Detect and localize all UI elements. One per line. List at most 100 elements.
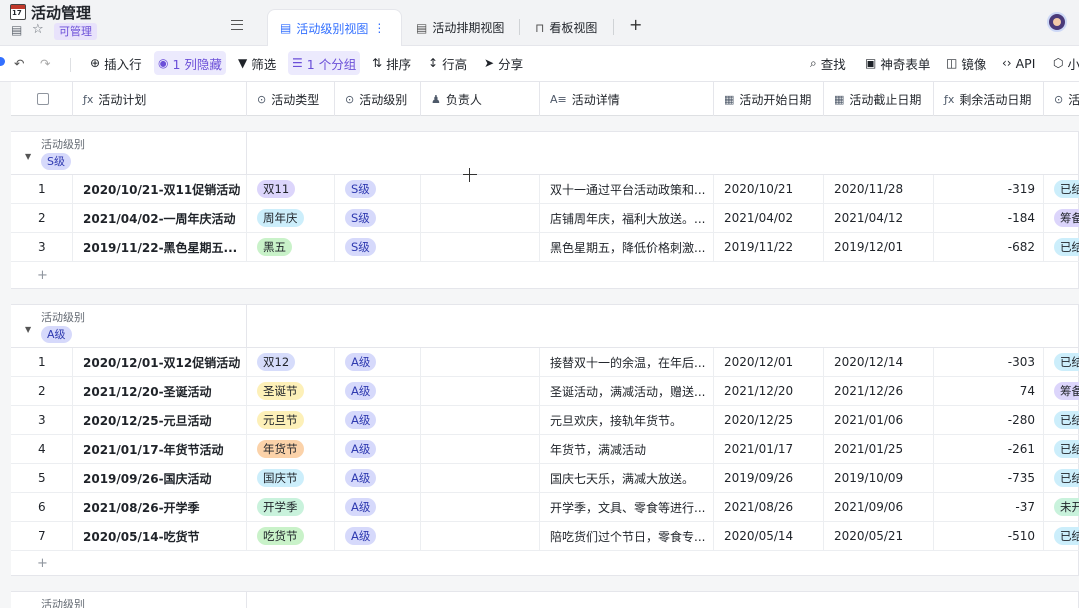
owner-cell[interactable] <box>421 377 540 405</box>
end-date-cell[interactable]: 2021/04/12 <box>824 204 934 232</box>
row-number[interactable]: 5 <box>11 464 73 492</box>
start-date-cell[interactable]: 2019/09/26 <box>714 464 824 492</box>
remaining-days-cell[interactable]: -303 <box>934 348 1044 376</box>
owner-cell[interactable] <box>421 406 540 434</box>
level-cell[interactable]: S级 <box>335 175 421 203</box>
status-cell[interactable]: 已结 <box>1044 435 1079 463</box>
type-cell[interactable]: 开学季 <box>247 493 335 521</box>
star-icon[interactable]: ☆ <box>32 22 44 37</box>
row-number[interactable]: 3 <box>11 406 73 434</box>
find-button[interactable]: ⌕ 查找 <box>806 51 850 75</box>
table-row[interactable]: 2 2021/04/02-一周年庆活动 周年庆 S级 店铺周年庆，福利大放送。... 20… <box>11 204 1079 233</box>
plan-cell[interactable]: 2021/12/20-圣诞活动 <box>73 377 247 405</box>
detail-cell[interactable]: 陪吃货们过个节日，零食专... <box>540 522 714 550</box>
row-number[interactable]: 1 <box>11 348 73 376</box>
column-header[interactable]: ♟ 负责人 <box>421 82 540 116</box>
add-row-button[interactable]: + <box>11 262 1079 290</box>
remaining-days-cell[interactable]: -280 <box>934 406 1044 434</box>
status-cell[interactable]: 未开 <box>1044 493 1079 521</box>
mirror-button[interactable]: ◫ 镜像 <box>942 51 990 75</box>
status-cell[interactable]: 已结 <box>1044 348 1079 376</box>
magic-form-button[interactable]: ▣ 神奇表单 <box>861 51 934 75</box>
column-header[interactable]: ƒx 剩余活动日期 <box>934 82 1044 116</box>
type-cell[interactable]: 周年庆 <box>247 204 335 232</box>
column-header[interactable]: ⊙活 <box>1044 82 1079 116</box>
type-cell[interactable]: 吃货节 <box>247 522 335 550</box>
detail-cell[interactable]: 双十一通过平台活动政策和... <box>540 175 714 203</box>
tab-level-view[interactable]: ▤ 活动级别视图 ⋮ <box>267 9 402 46</box>
group-header[interactable]: 活动级别 ▼ A级 <box>11 305 1079 348</box>
sort-button[interactable]: ⇅ 排序 <box>368 51 415 75</box>
start-date-cell[interactable]: 2020/10/21 <box>714 175 824 203</box>
column-header[interactable]: A≡ 活动详情 <box>540 82 714 116</box>
remaining-days-cell[interactable]: -510 <box>934 522 1044 550</box>
plan-cell[interactable]: 2020/05/14-吃货节 <box>73 522 247 550</box>
owner-cell[interactable] <box>421 175 540 203</box>
table-row[interactable]: 2 2021/12/20-圣诞活动 圣诞节 A级 圣诞活动，满减活动，赠送... 2021… <box>11 377 1079 406</box>
level-cell[interactable]: S级 <box>335 204 421 232</box>
level-cell[interactable]: A级 <box>335 464 421 492</box>
insert-row-button[interactable]: ⊕ 插入行 <box>86 51 146 75</box>
select-all-checkbox[interactable] <box>11 82 73 116</box>
owner-cell[interactable] <box>421 348 540 376</box>
status-cell[interactable]: 筹备 <box>1044 377 1079 405</box>
start-date-cell[interactable]: 2020/12/01 <box>714 348 824 376</box>
detail-cell[interactable]: 黑色星期五，降低价格刺激... <box>540 233 714 261</box>
end-date-cell[interactable]: 2019/10/09 <box>824 464 934 492</box>
plan-cell[interactable]: 2021/01/17-年货节活动 <box>73 435 247 463</box>
column-header[interactable]: ▦ 活动截止日期 <box>824 82 934 116</box>
type-cell[interactable]: 双12 <box>247 348 335 376</box>
collapse-arrow-icon[interactable]: ▼ <box>25 152 31 161</box>
table-row[interactable]: 4 2021/01/17-年货节活动 年货节 A级 年货节，满减活动 2021/01/17… <box>11 435 1079 464</box>
permission-badge[interactable]: 可管理 <box>54 23 97 40</box>
end-date-cell[interactable]: 2021/12/26 <box>824 377 934 405</box>
remaining-days-cell[interactable]: -735 <box>934 464 1044 492</box>
column-header[interactable]: ƒx 活动计划 <box>73 82 247 116</box>
column-header[interactable]: ▦ 活动开始日期 <box>714 82 824 116</box>
type-cell[interactable]: 圣诞节 <box>247 377 335 405</box>
level-cell[interactable]: A级 <box>335 406 421 434</box>
tab-schedule-view[interactable]: ▤ 活动排期视图 <box>404 9 516 46</box>
share-button[interactable]: ➤ 分享 <box>480 51 527 75</box>
undo-icon[interactable]: ↶ <box>10 51 28 75</box>
plan-cell[interactable]: 2019/09/26-国庆活动 <box>73 464 247 492</box>
redo-icon[interactable]: ↷ <box>36 51 54 75</box>
start-date-cell[interactable]: 2021/12/20 <box>714 377 824 405</box>
start-date-cell[interactable]: 2021/08/26 <box>714 493 824 521</box>
status-cell[interactable]: 已结 <box>1044 175 1079 203</box>
end-date-cell[interactable]: 2021/09/06 <box>824 493 934 521</box>
remaining-days-cell[interactable]: -682 <box>934 233 1044 261</box>
avatar[interactable] <box>1047 12 1067 32</box>
end-date-cell[interactable]: 2019/12/01 <box>824 233 934 261</box>
hidden-columns-button[interactable]: ◉ 1 列隐藏 <box>154 51 226 75</box>
level-cell[interactable]: A级 <box>335 348 421 376</box>
end-date-cell[interactable]: 2020/11/28 <box>824 175 934 203</box>
owner-cell[interactable] <box>421 493 540 521</box>
status-cell[interactable]: 已结 <box>1044 522 1079 550</box>
table-row[interactable]: 3 2020/12/25-元旦活动 元旦节 A级 元旦欢庆，接轨年货节。 2020/12/… <box>11 406 1079 435</box>
row-number[interactable]: 2 <box>11 377 73 405</box>
group-header[interactable]: 活动级别 ▼ S级 <box>11 132 1079 175</box>
start-date-cell[interactable]: 2021/04/02 <box>714 204 824 232</box>
type-cell[interactable]: 双11 <box>247 175 335 203</box>
end-date-cell[interactable]: 2020/05/21 <box>824 522 934 550</box>
end-date-cell[interactable]: 2021/01/25 <box>824 435 934 463</box>
column-header[interactable]: ⊙ 活动级别 <box>335 82 421 116</box>
row-number[interactable]: 1 <box>11 175 73 203</box>
remaining-days-cell[interactable]: -319 <box>934 175 1044 203</box>
detail-cell[interactable]: 元旦欢庆，接轨年货节。 <box>540 406 714 434</box>
row-number[interactable]: 4 <box>11 435 73 463</box>
collapse-arrow-icon[interactable]: ▼ <box>25 325 31 334</box>
filter-button[interactable]: ▼ 筛选 <box>234 51 280 75</box>
plan-cell[interactable]: 2020/12/01-双12促销活动 <box>73 348 247 376</box>
row-height-button[interactable]: ↕ 行高 <box>424 51 471 75</box>
status-cell[interactable]: 已结 <box>1044 464 1079 492</box>
owner-cell[interactable] <box>421 522 540 550</box>
start-date-cell[interactable]: 2020/12/25 <box>714 406 824 434</box>
owner-cell[interactable] <box>421 204 540 232</box>
owner-cell[interactable] <box>421 435 540 463</box>
row-number[interactable]: 6 <box>11 493 73 521</box>
type-cell[interactable]: 国庆节 <box>247 464 335 492</box>
plan-cell[interactable]: 2019/11/22-黑色星期五... <box>73 233 247 261</box>
plan-cell[interactable]: 2021/08/26-开学季 <box>73 493 247 521</box>
